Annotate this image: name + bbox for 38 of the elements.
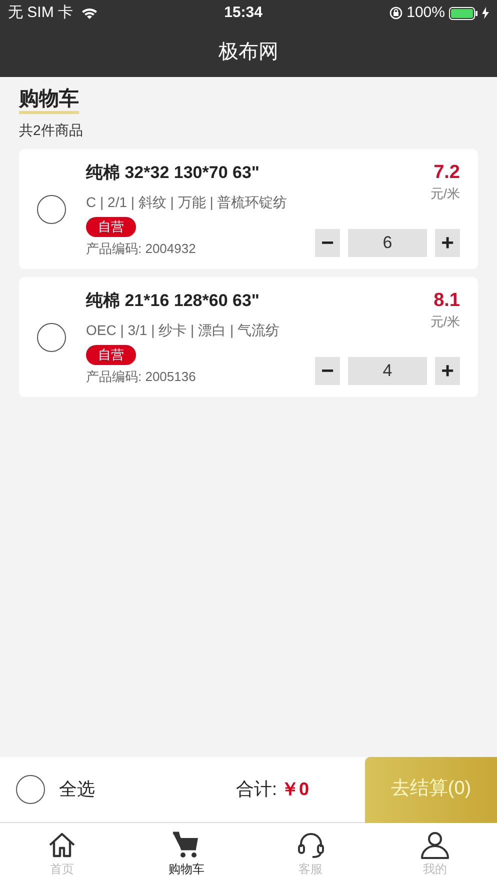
self-operated-tag: 自营 — [86, 217, 136, 237]
product-name: 纯棉 32*32 130*70 63" — [86, 162, 260, 184]
product-code: 产品编码: 2004932 — [86, 240, 196, 258]
user-icon — [420, 830, 450, 860]
wifi-icon — [81, 6, 98, 20]
product-specs: C | 2/1 | 斜纹 | 万能 | 普梳环锭纺 — [86, 193, 288, 212]
time-label: 15:34 — [224, 2, 262, 23]
home-icon — [47, 830, 78, 860]
battery-label: 100% — [406, 2, 445, 23]
minus-button[interactable]: − — [315, 357, 340, 385]
quantity-field[interactable]: 6 — [348, 229, 427, 257]
plus-button[interactable]: + — [435, 357, 460, 385]
tab-item[interactable]: 购物车 — [124, 823, 248, 883]
self-operated-tag: 自营 — [86, 345, 136, 365]
select-all-radio[interactable] — [16, 775, 45, 804]
charging-icon — [482, 7, 489, 19]
product-specs: OEC | 3/1 | 纱卡 | 漂白 | 气流纺 — [86, 321, 280, 340]
item-count: 共2件商品 — [19, 121, 84, 140]
headset-icon — [296, 830, 326, 860]
section-title: 购物车 — [19, 87, 79, 114]
select-radio[interactable] — [37, 322, 66, 352]
minus-button[interactable]: − — [315, 229, 340, 257]
rotation-lock-icon — [388, 6, 403, 20]
product-name: 纯棉 21*16 128*60 63" — [86, 290, 260, 312]
page-title: 极布网 — [218, 40, 278, 64]
battery-icon — [448, 6, 478, 20]
carrier-label: 无 SIM 卡 — [8, 2, 74, 23]
select-radio[interactable] — [37, 194, 66, 224]
quantity-field[interactable]: 4 — [348, 357, 427, 385]
product-code: 产品编码: 2005136 — [86, 368, 196, 386]
price-unit: 元/米 — [430, 184, 460, 203]
price-unit: 元/米 — [430, 312, 460, 331]
price-value: 7.2 — [432, 163, 460, 184]
price-value: 8.1 — [432, 291, 460, 312]
plus-button[interactable]: + — [435, 229, 460, 257]
select-all-label: 全选 — [59, 778, 95, 801]
total-label: 合计: — [236, 778, 277, 801]
total-amount: ￥0 — [281, 778, 310, 801]
